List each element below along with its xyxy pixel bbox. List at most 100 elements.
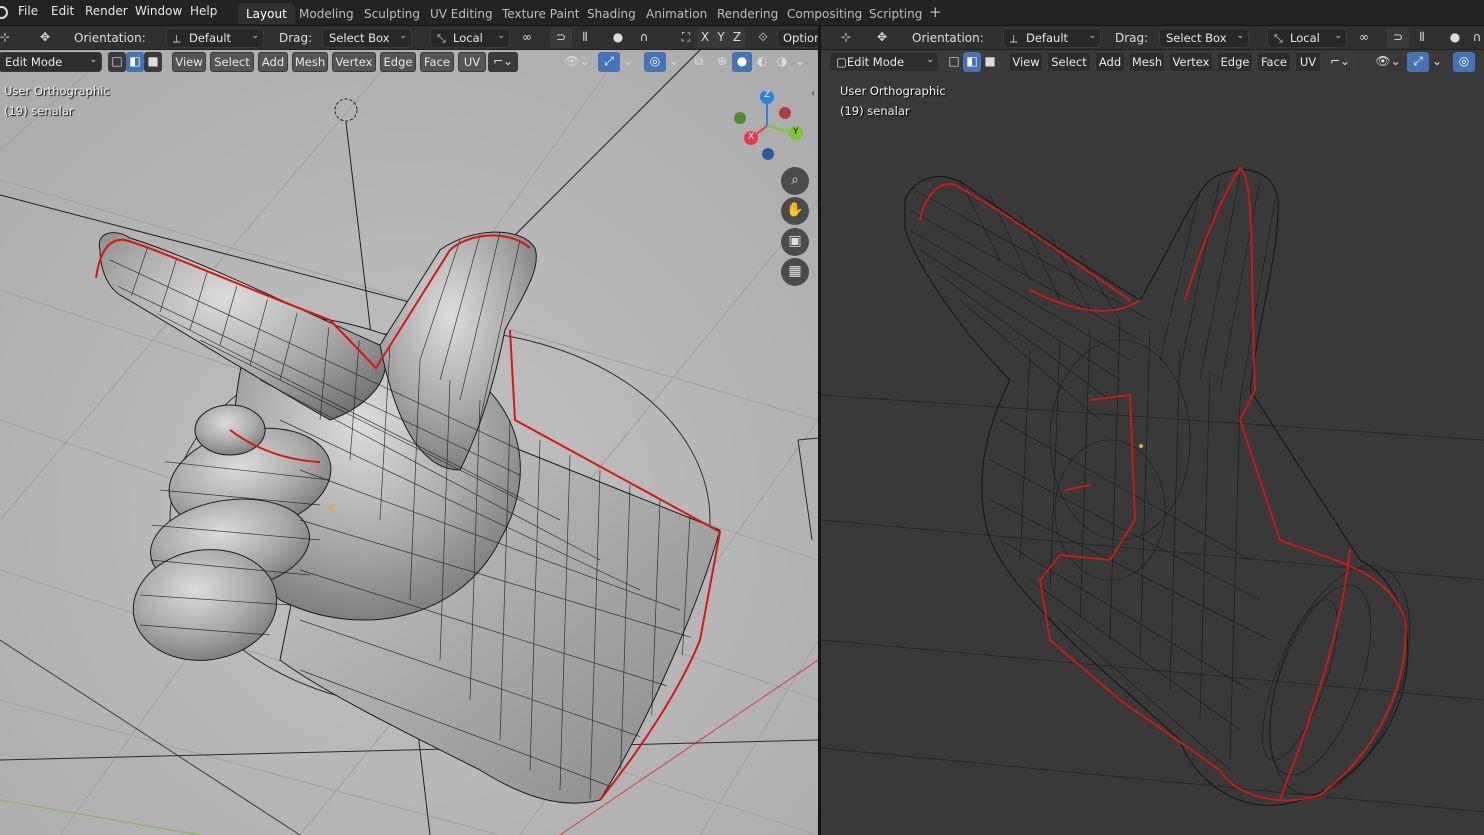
move-tool-icon[interactable]: ✥ [871,28,893,48]
menu-file[interactable]: File [18,4,38,18]
pivot-value: Local [1290,31,1320,45]
orientation-icon: ⟂ [1010,32,1018,45]
axis-x-toggle[interactable]: X [697,28,713,48]
menu-mesh[interactable]: Mesh [1129,52,1165,72]
snap-icon[interactable]: ⊃ [550,28,572,48]
gizmo-toggle-icon[interactable]: ⤢ [1407,52,1429,72]
menu-render[interactable]: Render [85,4,128,18]
menu-mesh[interactable]: Mesh [292,52,328,72]
wireframe-shading-icon[interactable]: ⊕ [712,52,732,72]
pivot-dropdown[interactable]: ⤡ Local ⌄ [1267,28,1347,48]
menu-uv[interactable]: UV [1295,52,1321,72]
orientation-value: Default [189,31,232,45]
hand-icon[interactable]: ✋ [781,197,809,225]
tab-compositing[interactable]: Compositing [779,3,870,24]
tool-settings-header-right: ⊹ ✥ Orientation: ⟂ Default ⌄ Drag: Select … [821,26,1484,50]
link-icon[interactable]: ∞ [516,28,538,48]
panel-toggle-icon[interactable]: ‹ [811,88,815,99]
visibility-icon[interactable]: 👁⌄ [562,52,592,72]
viewport-solid[interactable]: ⊹ ✥ Orientation: ⟂ Default ⌄ Drag: Select … [0,26,818,835]
proportional-icon[interactable]: ● [607,28,629,48]
snap-icon[interactable]: ⊃ [1387,28,1409,48]
vertex-select-icon[interactable]: □ [945,52,963,72]
face-select-icon[interactable]: ■ [144,52,162,72]
edge-select-icon[interactable]: ◧ [126,52,144,72]
menu-view[interactable]: View [172,52,206,72]
chevron-down-icon[interactable]: ⌄ [666,52,682,72]
gizmo-toggle-icon[interactable]: ⤢ [598,52,620,72]
options-label: Options [783,31,818,45]
tab-rendering[interactable]: Rendering [709,3,786,24]
visibility-icon[interactable]: 👁⌄ [1373,52,1403,72]
orientation-dropdown[interactable]: ⟂ Default ⌄ [166,28,264,48]
menu-edge[interactable]: Edge [1217,52,1253,72]
proportional-icon[interactable]: ● [1444,28,1466,48]
menu-uv[interactable]: UV [458,52,486,72]
tab-animation[interactable]: Animation [638,3,715,24]
tab-layout[interactable]: Layout [238,3,295,24]
link-icon[interactable]: ∞ [1353,28,1375,48]
chevron-down-icon[interactable]: ⌄ [1429,52,1445,72]
overlay-toggle-icon[interactable]: ◎ [1453,52,1475,72]
drag-dropdown[interactable]: Select Box ⌄ [322,28,412,48]
mirror-icon[interactable]: ⛶ [675,28,697,48]
solid-shading-icon[interactable]: ● [732,52,752,72]
overlay-toggle-icon[interactable]: ◎ [644,52,666,72]
falloff-icon[interactable]: ∩ [633,28,655,48]
tab-sculpting[interactable]: Sculpting [356,3,428,24]
mode-dropdown[interactable]: ▢Edit Mode ⌄ [829,52,939,72]
uv-sync-icon[interactable]: ⌐⌄ [488,52,518,72]
grid-icon[interactable]: ▦ [781,258,809,286]
rendered-shading-icon[interactable]: ◑ [772,52,792,72]
menu-vertex[interactable]: Vertex [332,52,376,72]
menu-window[interactable]: Window [135,4,182,18]
chevron-down-icon: ⌄ [1334,31,1342,41]
options-dropdown[interactable]: Options [777,28,818,48]
blender-logo-icon[interactable] [0,6,8,19]
camera-icon[interactable]: ▣ [781,228,809,256]
menu-face[interactable]: Face [420,52,454,72]
zoom-icon[interactable]: ⌕ [781,167,809,195]
menu-select[interactable]: Select [1047,52,1091,72]
menu-edge[interactable]: Edge [380,52,416,72]
xray-toggle-icon[interactable]: ⧉ [688,52,710,72]
tab-scripting[interactable]: Scripting [861,3,930,24]
menu-vertex[interactable]: Vertex [1169,52,1213,72]
menu-add[interactable]: Add [258,52,288,72]
menu-select[interactable]: Select [210,52,254,72]
tab-uv-editing[interactable]: UV Editing [422,3,501,24]
pivot-icon: ⤡ [437,32,446,45]
edge-select-icon[interactable]: ◧ [963,52,981,72]
view-name-label: User Orthographic [840,84,946,98]
transform-pivot-icon[interactable]: ⊹ [835,28,857,48]
tab-modeling[interactable]: Modeling [291,3,362,24]
falloff-icon[interactable]: ∩ [1466,28,1484,48]
chevron-down-icon[interactable]: ⌄ [620,52,636,72]
material-shading-icon[interactable]: ◐ [752,52,772,72]
tab-texture-paint[interactable]: Texture Paint [494,3,587,24]
axis-z-toggle[interactable]: Z [729,28,745,48]
snap-target-icon[interactable]: ⫴ [1411,28,1433,48]
move-tool-icon[interactable]: ✥ [34,28,56,48]
auto-merge-icon[interactable]: ⟐ [752,28,774,48]
drag-value: Select Box [329,31,390,45]
axis-y-toggle[interactable]: Y [713,28,729,48]
transform-pivot-icon[interactable]: ⊹ [0,28,16,48]
viewport-wireframe[interactable]: ⊹ ✥ Orientation: ⟂ Default ⌄ Drag: Select … [821,26,1484,835]
add-workspace-button[interactable]: + [929,4,942,20]
chevron-down-icon[interactable]: ⌄ [792,52,808,72]
menu-view[interactable]: View [1009,52,1043,72]
menu-add[interactable]: Add [1095,52,1125,72]
drag-dropdown[interactable]: Select Box ⌄ [1159,28,1249,48]
face-select-icon[interactable]: ■ [981,52,999,72]
menu-help[interactable]: Help [190,4,217,18]
snap-target-icon[interactable]: ⫴ [574,28,596,48]
orientation-dropdown[interactable]: ⟂ Default ⌄ [1003,28,1101,48]
menu-edit[interactable]: Edit [51,4,74,18]
tab-shading[interactable]: Shading [579,3,644,24]
pivot-dropdown[interactable]: ⤡ Local ⌄ [430,28,510,48]
menu-face[interactable]: Face [1257,52,1291,72]
uv-sync-icon[interactable]: ⌐⌄ [1325,52,1355,72]
mode-dropdown[interactable]: Edit Mode ⌄ [0,52,102,72]
vertex-select-icon[interactable]: □ [108,52,126,72]
